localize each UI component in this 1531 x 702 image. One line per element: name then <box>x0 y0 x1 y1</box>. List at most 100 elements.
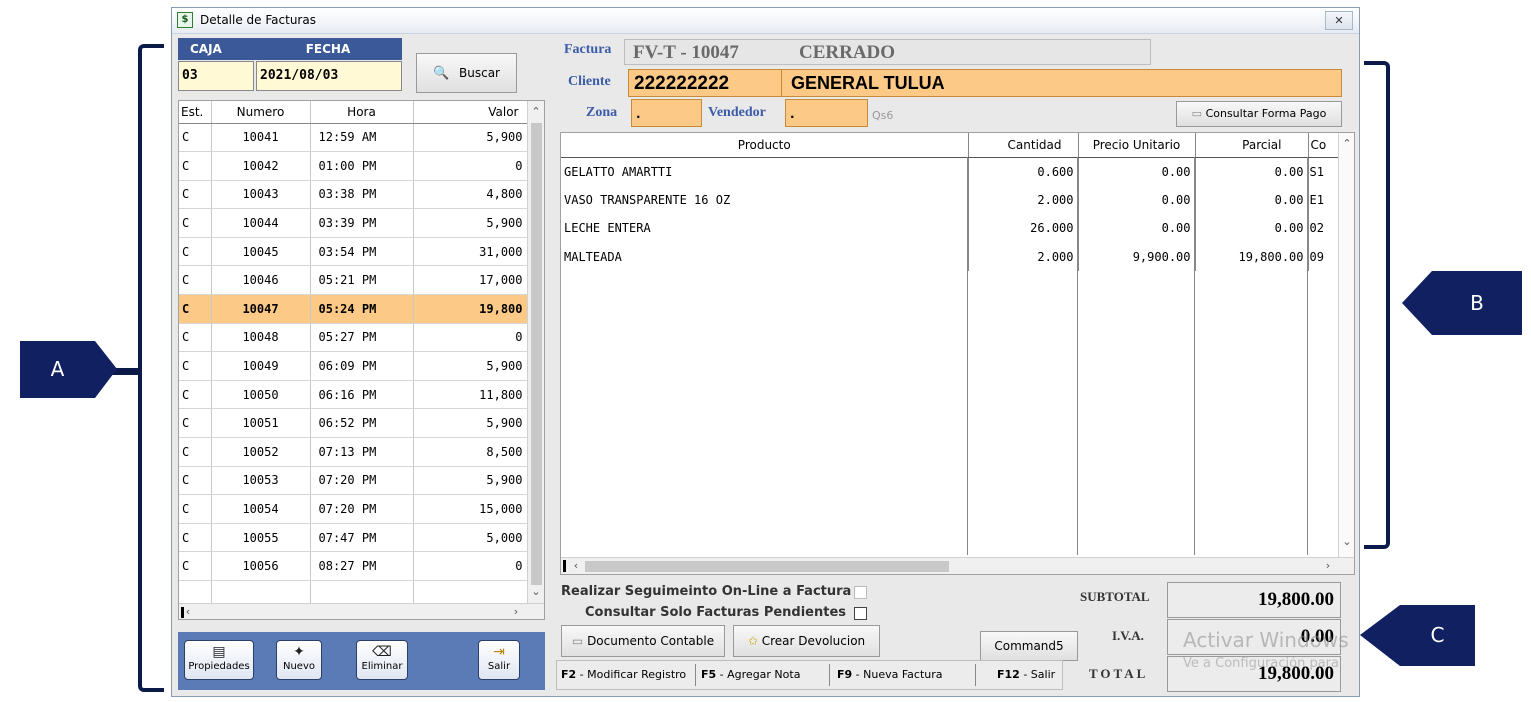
col-valor[interactable]: Valor <box>413 101 528 124</box>
cell-numero: 10042 <box>211 151 311 181</box>
left-toolbar: ▤ Propiedades ✦ Nuevo ⌫ Eliminar ⇥ Salir <box>178 632 545 690</box>
label-c-arrow <box>1360 605 1400 666</box>
crear-devolucion-button[interactable]: ✩ Crear Devolucion <box>733 625 880 657</box>
product-row[interactable]: VASO TRANSPARENTE 16 OZ 2.000 0.00 0.00 E1 <box>561 185 1341 214</box>
table-row[interactable]: C 10050 06:16 PM 11,800 <box>179 380 528 410</box>
command5-button[interactable]: Command5 <box>980 631 1078 661</box>
seguimiento-checkbox[interactable] <box>854 586 867 599</box>
search-button[interactable]: 🔍 Buscar <box>416 53 517 93</box>
eliminar-button[interactable]: ⌫ Eliminar <box>356 640 408 680</box>
cell-numero: 10043 <box>211 180 311 210</box>
scroll-right-icon[interactable]: › <box>509 605 523 618</box>
table-row[interactable]: C 10052 07:13 PM 8,500 <box>179 437 528 467</box>
pendientes-checkbox[interactable] <box>854 607 867 620</box>
table-row[interactable]: C 10049 06:09 PM 5,900 <box>179 351 528 381</box>
cell-numero: 10044 <box>211 208 311 238</box>
fkey-f12: F12 - Salir <box>997 668 1055 681</box>
salir-button[interactable]: ⇥ Salir <box>478 640 520 680</box>
scroll-left-icon[interactable]: ‹ <box>569 559 583 572</box>
col-est[interactable]: Est. <box>179 101 212 124</box>
table-row[interactable]: C 10048 05:27 PM 0 <box>179 323 528 353</box>
table-row[interactable]: C 10053 07:20 PM 5,900 <box>179 466 528 496</box>
scroll-down-icon[interactable]: ⌄ <box>1340 535 1354 548</box>
caja-field[interactable]: 03 <box>178 61 254 91</box>
product-col-line <box>1077 157 1078 555</box>
nuevo-button[interactable]: ✦ Nuevo <box>276 640 322 680</box>
cell-precio-unitario: 9,900.00 <box>1078 242 1196 271</box>
cell-hora: 06:52 PM <box>310 408 414 439</box>
cliente-label: Cliente <box>568 74 611 89</box>
scroll-up-icon[interactable]: ⌃ <box>529 105 543 118</box>
col-co[interactable]: Co <box>1308 133 1341 158</box>
product-row[interactable]: LECHE ENTERA 26.000 0.00 0.00 02 <box>561 214 1341 243</box>
cell-est: C <box>179 265 212 296</box>
product-hscroll-left-mark[interactable] <box>563 560 566 572</box>
window-title: Detalle de Facturas <box>200 13 316 27</box>
cell-est: C <box>179 180 212 210</box>
col-numero[interactable]: Numero <box>211 101 311 124</box>
fkey-divider <box>695 664 696 686</box>
col-producto[interactable]: Producto <box>561 133 969 158</box>
scroll-down-icon[interactable]: ⌄ <box>529 585 543 598</box>
invoice-list-grid: Est. Numero Hora Valor C 10041 12:59 AM 5,9… <box>178 100 545 620</box>
return-star-icon: ✩ <box>747 634 758 648</box>
salir-label: Salir <box>487 661 511 672</box>
propiedades-button[interactable]: ▤ Propiedades <box>184 640 254 680</box>
cell-est: C <box>179 237 212 267</box>
cell-valor: 17,000 <box>413 265 528 296</box>
table-row[interactable]: C 10043 03:38 PM 4,800 <box>179 180 528 210</box>
cell-est: C <box>179 523 212 553</box>
product-hscrollbar[interactable]: ‹ › <box>561 557 1354 574</box>
table-row[interactable]: C 10055 07:47 PM 5,000 <box>179 523 528 553</box>
cell-est: C <box>179 351 212 381</box>
cell-cantidad: 2.000 <box>968 242 1079 271</box>
function-keys-bar: F2 - Modificar Registro F5 - Agregar Not… <box>556 660 1063 690</box>
invoice-detail-window: $ Detalle de Facturas ✕ CAJA FECHA 03 20… <box>171 7 1360 697</box>
crear-devolucion-label: Crear Devolucion <box>761 634 866 648</box>
cell-est: C <box>179 151 212 181</box>
cell-valor: 0 <box>413 323 528 353</box>
caja-label: CAJA <box>190 42 222 56</box>
zona-field[interactable]: . <box>631 99 702 127</box>
invoice-table: Est. Numero Hora Valor C 10041 12:59 AM 5,9… <box>179 101 528 610</box>
cell-numero: 10048 <box>211 323 311 353</box>
product-vscrollbar[interactable]: ⌃ ⌄ <box>1338 133 1354 557</box>
table-row[interactable]: C 10042 01:00 PM 0 <box>179 151 528 181</box>
cell-numero: 10051 <box>211 408 311 439</box>
table-row[interactable]: C 10056 08:27 PM 0 <box>179 551 528 581</box>
col-parcial[interactable]: Parcial <box>1195 133 1309 158</box>
table-row[interactable]: C 10041 12:59 AM 5,900 <box>179 123 528 153</box>
zona-label: Zona <box>586 105 618 120</box>
cell-est: C <box>179 380 212 410</box>
invoice-list-vscroll-thumb[interactable] <box>531 123 542 585</box>
cliente-name: GENERAL TULUA <box>791 73 945 93</box>
cell-numero: 10050 <box>211 380 311 410</box>
cell-valor: 0 <box>413 551 528 581</box>
cell-hora: 03:38 PM <box>310 180 414 210</box>
cell-valor: 11,800 <box>413 380 528 410</box>
fecha-field[interactable]: 2021/08/03 <box>256 61 402 91</box>
table-row[interactable]: C 10051 06:52 PM 5,900 <box>179 408 528 439</box>
close-icon[interactable]: ✕ <box>1325 11 1353 30</box>
documento-contable-button[interactable]: ▭ Documento Contable <box>561 625 725 657</box>
propiedades-label: Propiedades <box>188 661 250 672</box>
col-precio-unitario[interactable]: Precio Unitario <box>1078 133 1196 158</box>
invoice-list-hscrollbar[interactable]: ‹ › <box>179 603 544 619</box>
table-row[interactable]: C 10047 05:24 PM 19,800 <box>179 294 528 324</box>
invoice-list-vscrollbar[interactable]: ⌃ ⌄ <box>527 101 544 603</box>
table-row[interactable]: C 10054 07:20 PM 15,000 <box>179 494 528 524</box>
table-row[interactable]: C 10046 05:21 PM 17,000 <box>179 265 528 296</box>
product-row[interactable]: MALTEADA 2.000 9,900.00 19,800.00 09 <box>561 242 1341 271</box>
product-hscroll-thumb[interactable] <box>585 561 949 572</box>
consultar-forma-pago-button[interactable]: ▭ Consultar Forma Pago <box>1176 101 1342 127</box>
scroll-up-icon[interactable]: ⌃ <box>1340 137 1354 150</box>
bracket-b <box>1364 61 1390 549</box>
col-cantidad[interactable]: Cantidad <box>968 133 1079 158</box>
product-row[interactable]: GELATTO AMARTTI 0.600 0.00 0.00 S1 <box>561 157 1341 186</box>
scroll-right-icon[interactable]: › <box>1321 559 1335 572</box>
invoice-list-hscroll-thumb[interactable] <box>181 607 184 618</box>
table-row[interactable]: C 10044 03:39 PM 5,900 <box>179 208 528 238</box>
col-hora[interactable]: Hora <box>310 101 414 124</box>
table-row[interactable]: C 10045 03:54 PM 31,000 <box>179 237 528 267</box>
vendedor-field[interactable]: . <box>785 99 868 127</box>
